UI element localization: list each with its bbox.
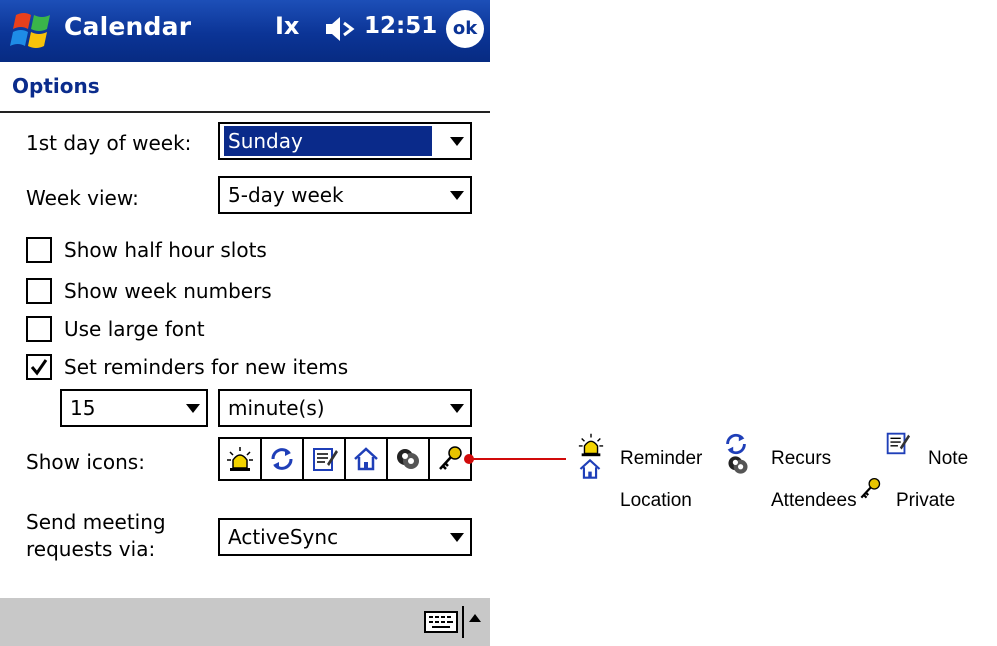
ok-button[interactable]: ok (446, 10, 484, 48)
show-icons-label: Show icons: (26, 450, 145, 474)
legend-reminder-bell-icon (578, 433, 604, 457)
app-title: Calendar (64, 12, 192, 41)
icon-toggle-note[interactable] (304, 439, 346, 479)
first-day-value: Sunday (224, 126, 432, 156)
reminder-amount-value: 15 (70, 396, 96, 420)
legend-note-icon (886, 432, 911, 455)
chevron-down-icon[interactable] (450, 533, 464, 542)
legend-note-label: Note (928, 448, 969, 469)
checkbox-reminders[interactable] (26, 354, 52, 380)
legend-recurs-label: Recurs (771, 448, 832, 469)
header-divider (0, 111, 490, 113)
chevron-down-icon[interactable] (450, 137, 464, 146)
reminder-unit-value: minute(s) (228, 396, 325, 420)
reminders-label: Set reminders for new items (64, 355, 349, 379)
half-hour-label: Show half hour slots (64, 238, 267, 262)
checkbox-large-font[interactable] (26, 316, 52, 342)
reminder-amount-dropdown[interactable]: 15 (60, 389, 208, 427)
checkmark-icon (30, 359, 48, 376)
clock-time[interactable]: 12:51 (364, 13, 437, 39)
callout-line (472, 458, 566, 460)
title-bar: Calendar Ix 12:51 ok (0, 0, 490, 62)
volume-icon[interactable] (322, 9, 358, 49)
private-key-icon (439, 446, 462, 470)
first-day-dropdown[interactable]: Sunday (218, 122, 472, 160)
send-meeting-label-line1: Send meeting (26, 510, 166, 534)
sip-divider (462, 606, 464, 638)
icon-toggle-recurs[interactable] (262, 439, 304, 479)
note-icon (313, 448, 338, 471)
chevron-down-icon[interactable] (450, 404, 464, 413)
legend-attendees-icon (728, 456, 748, 474)
chevron-down-icon[interactable] (450, 191, 464, 200)
icon-toggle-attendees[interactable] (388, 439, 430, 479)
reminder-bell-icon (227, 447, 253, 471)
attendees-icon (397, 449, 419, 469)
options-header: Options (12, 74, 100, 98)
reminder-unit-dropdown[interactable]: minute(s) (218, 389, 472, 427)
send-meeting-dropdown[interactable]: ActiveSync (218, 518, 472, 556)
legend-reminder-label: Reminder (620, 448, 703, 469)
legend-private-label: Private (896, 490, 956, 511)
menu-bar (0, 598, 490, 646)
send-meeting-label-line2: requests via: (26, 537, 156, 561)
legend-attendees-label: Attendees (771, 490, 857, 511)
checkbox-week-numbers[interactable] (26, 278, 52, 304)
icon-toggle-reminder[interactable] (220, 439, 262, 479)
recurs-icon (271, 448, 293, 470)
connectivity-icon[interactable]: Ix (275, 12, 299, 40)
show-icons-strip[interactable] (218, 437, 472, 481)
large-font-label: Use large font (64, 317, 205, 341)
sip-arrow-icon[interactable] (469, 614, 481, 622)
windows-start-icon[interactable] (10, 9, 56, 53)
pocket-pc-screen: Calendar Ix 12:51 ok Options 1st day of … (0, 0, 490, 646)
send-meeting-value: ActiveSync (228, 525, 339, 549)
icon-toggle-location[interactable] (346, 439, 388, 479)
week-view-value: 5-day week (228, 183, 344, 207)
location-house-icon (354, 447, 378, 471)
week-view-label: Week view: (26, 186, 139, 210)
legend-private-key-icon (860, 477, 881, 499)
chevron-down-icon[interactable] (186, 404, 200, 413)
week-numbers-label: Show week numbers (64, 279, 272, 303)
first-day-label: 1st day of week: (26, 131, 192, 155)
legend-location-house-icon (579, 458, 601, 479)
legend-location-label: Location (620, 490, 692, 511)
checkbox-half-hour[interactable] (26, 237, 52, 263)
keyboard-icon[interactable] (424, 610, 458, 634)
week-view-dropdown[interactable]: 5-day week (218, 176, 472, 214)
